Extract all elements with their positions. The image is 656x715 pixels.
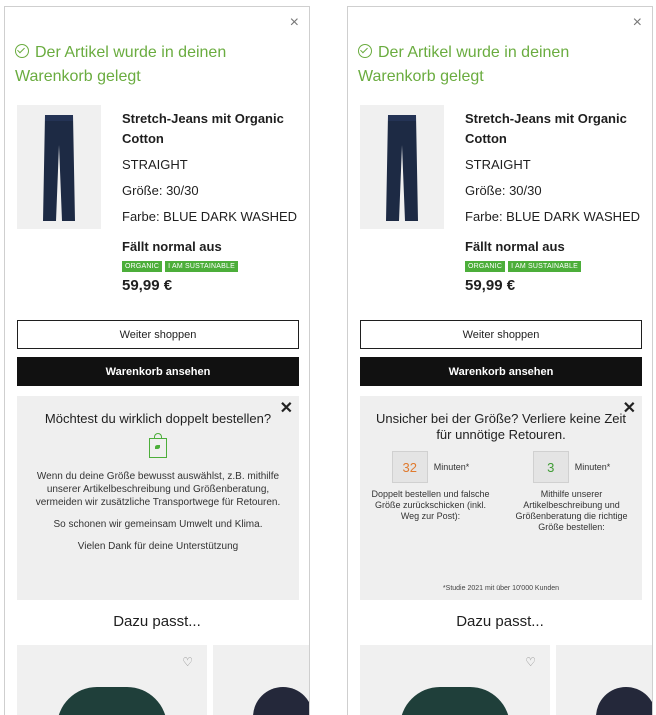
success-message: Der Artikel wurde in deinen Warenkorb ge… [15,41,295,89]
view-cart-button[interactable]: Warenkorb ansehen [360,357,642,386]
suggestion-card[interactable] [213,645,309,715]
product-price: 59,99 € [122,277,173,294]
heart-icon[interactable]: ♡ [182,655,193,669]
product-thumbnail [253,687,309,715]
product-thumbnail [57,687,167,715]
organic-badge: ORGANIC [122,261,163,272]
suggestion-card[interactable] [556,645,652,715]
stat-description: Mithilfe unserer Artikelbeschreibung und… [515,489,628,532]
notice-title: Unsicher bei der Größe? Verliere keine Z… [376,411,627,442]
heart-icon[interactable]: ♡ [525,655,536,669]
sustainable-bag-icon [149,433,167,458]
product-info: Stretch-Jeans mit Organic Cotton STRAIGH… [122,109,301,233]
continue-shopping-button[interactable]: Weiter shoppen [17,320,299,349]
close-icon[interactable]: ✕ [280,398,293,418]
organic-badge: ORGANIC [465,261,506,272]
suggestions-title: Dazu passt... [113,613,201,630]
product-name: Stretch-Jeans mit Organic Cotton [465,111,627,146]
product-image [17,105,101,229]
view-cart-button[interactable]: Warenkorb ansehen [17,357,299,386]
success-text: Der Artikel wurde in deinen Warenkorb ge… [358,44,570,85]
success-message: Der Artikel wurde in deinen Warenkorb ge… [358,41,638,89]
fit-note: Fällt normal aus [465,239,565,254]
suggestion-card[interactable]: ♡ [360,645,550,715]
notice-title: Möchtest du wirklich doppelt bestellen? [44,411,272,426]
suggestions-title: Dazu passt... [456,613,544,630]
product-thumbnail [596,687,652,715]
product-thumbnail [400,687,510,715]
product-name: Stretch-Jeans mit Organic Cotton [122,111,284,146]
suggestion-card[interactable]: ♡ [17,645,207,715]
close-icon[interactable]: ✕ [623,398,636,418]
check-circle-icon [15,44,29,58]
stat-unit: Minuten* [574,461,611,472]
notice-paragraph-1: Wenn du deine Größe bewusst auswählst, z… [35,471,281,508]
check-circle-icon [358,44,372,58]
product-size: Größe: 30/30 [122,183,199,198]
size-advice-notice: ✕ Unsicher bei der Größe? Verliere keine… [360,396,642,600]
notice-paragraph-3: Vielen Dank für deine Unterstützung [77,541,239,552]
stat-double-order: 32 Minuten* Doppelt bestellen und falsch… [360,451,501,533]
badge-list: ORGANIC I AM SUSTAINABLE [465,261,581,272]
stat-value: 3 [532,451,569,483]
stat-size-advice: 3 Minuten* Mithilfe unserer Artikelbesch… [501,451,642,533]
product-size: Größe: 30/30 [465,183,542,198]
cart-modal-right: × Der Artikel wurde in deinen Warenkorb … [347,6,653,715]
continue-shopping-button[interactable]: Weiter shoppen [360,320,642,349]
stats-row: 32 Minuten* Doppelt bestellen und falsch… [360,451,642,533]
study-footnote: *Studie 2021 mit über 10'000 Kunden [442,585,560,592]
close-icon[interactable]: × [290,15,299,31]
cart-modal-left: × Der Artikel wurde in deinen Warenkorb … [4,6,310,715]
sustainable-badge: I AM SUSTAINABLE [508,261,581,272]
notice-paragraph-2: So schonen wir gemeinsam Umwelt und Klim… [53,519,263,530]
product-color: Farbe: BLUE DARK WASHED [465,209,641,224]
close-icon[interactable]: × [633,15,642,31]
stat-description: Doppelt bestellen und falsche Größe zurü… [371,489,490,521]
stat-unit: Minuten* [433,461,470,472]
fit-note: Fällt normal aus [122,239,222,254]
product-fit: STRAIGHT [122,157,188,172]
product-color: Farbe: BLUE DARK WASHED [122,209,298,224]
product-image [360,105,444,229]
stat-value: 32 [391,451,428,483]
product-info: Stretch-Jeans mit Organic Cotton STRAIGH… [465,109,644,233]
sustainable-badge: I AM SUSTAINABLE [165,261,238,272]
product-fit: STRAIGHT [465,157,531,172]
double-order-notice: ✕ Möchtest du wirklich doppelt bestellen… [17,396,299,600]
product-price: 59,99 € [465,277,516,294]
success-text: Der Artikel wurde in deinen Warenkorb ge… [15,44,227,85]
badge-list: ORGANIC I AM SUSTAINABLE [122,261,238,272]
